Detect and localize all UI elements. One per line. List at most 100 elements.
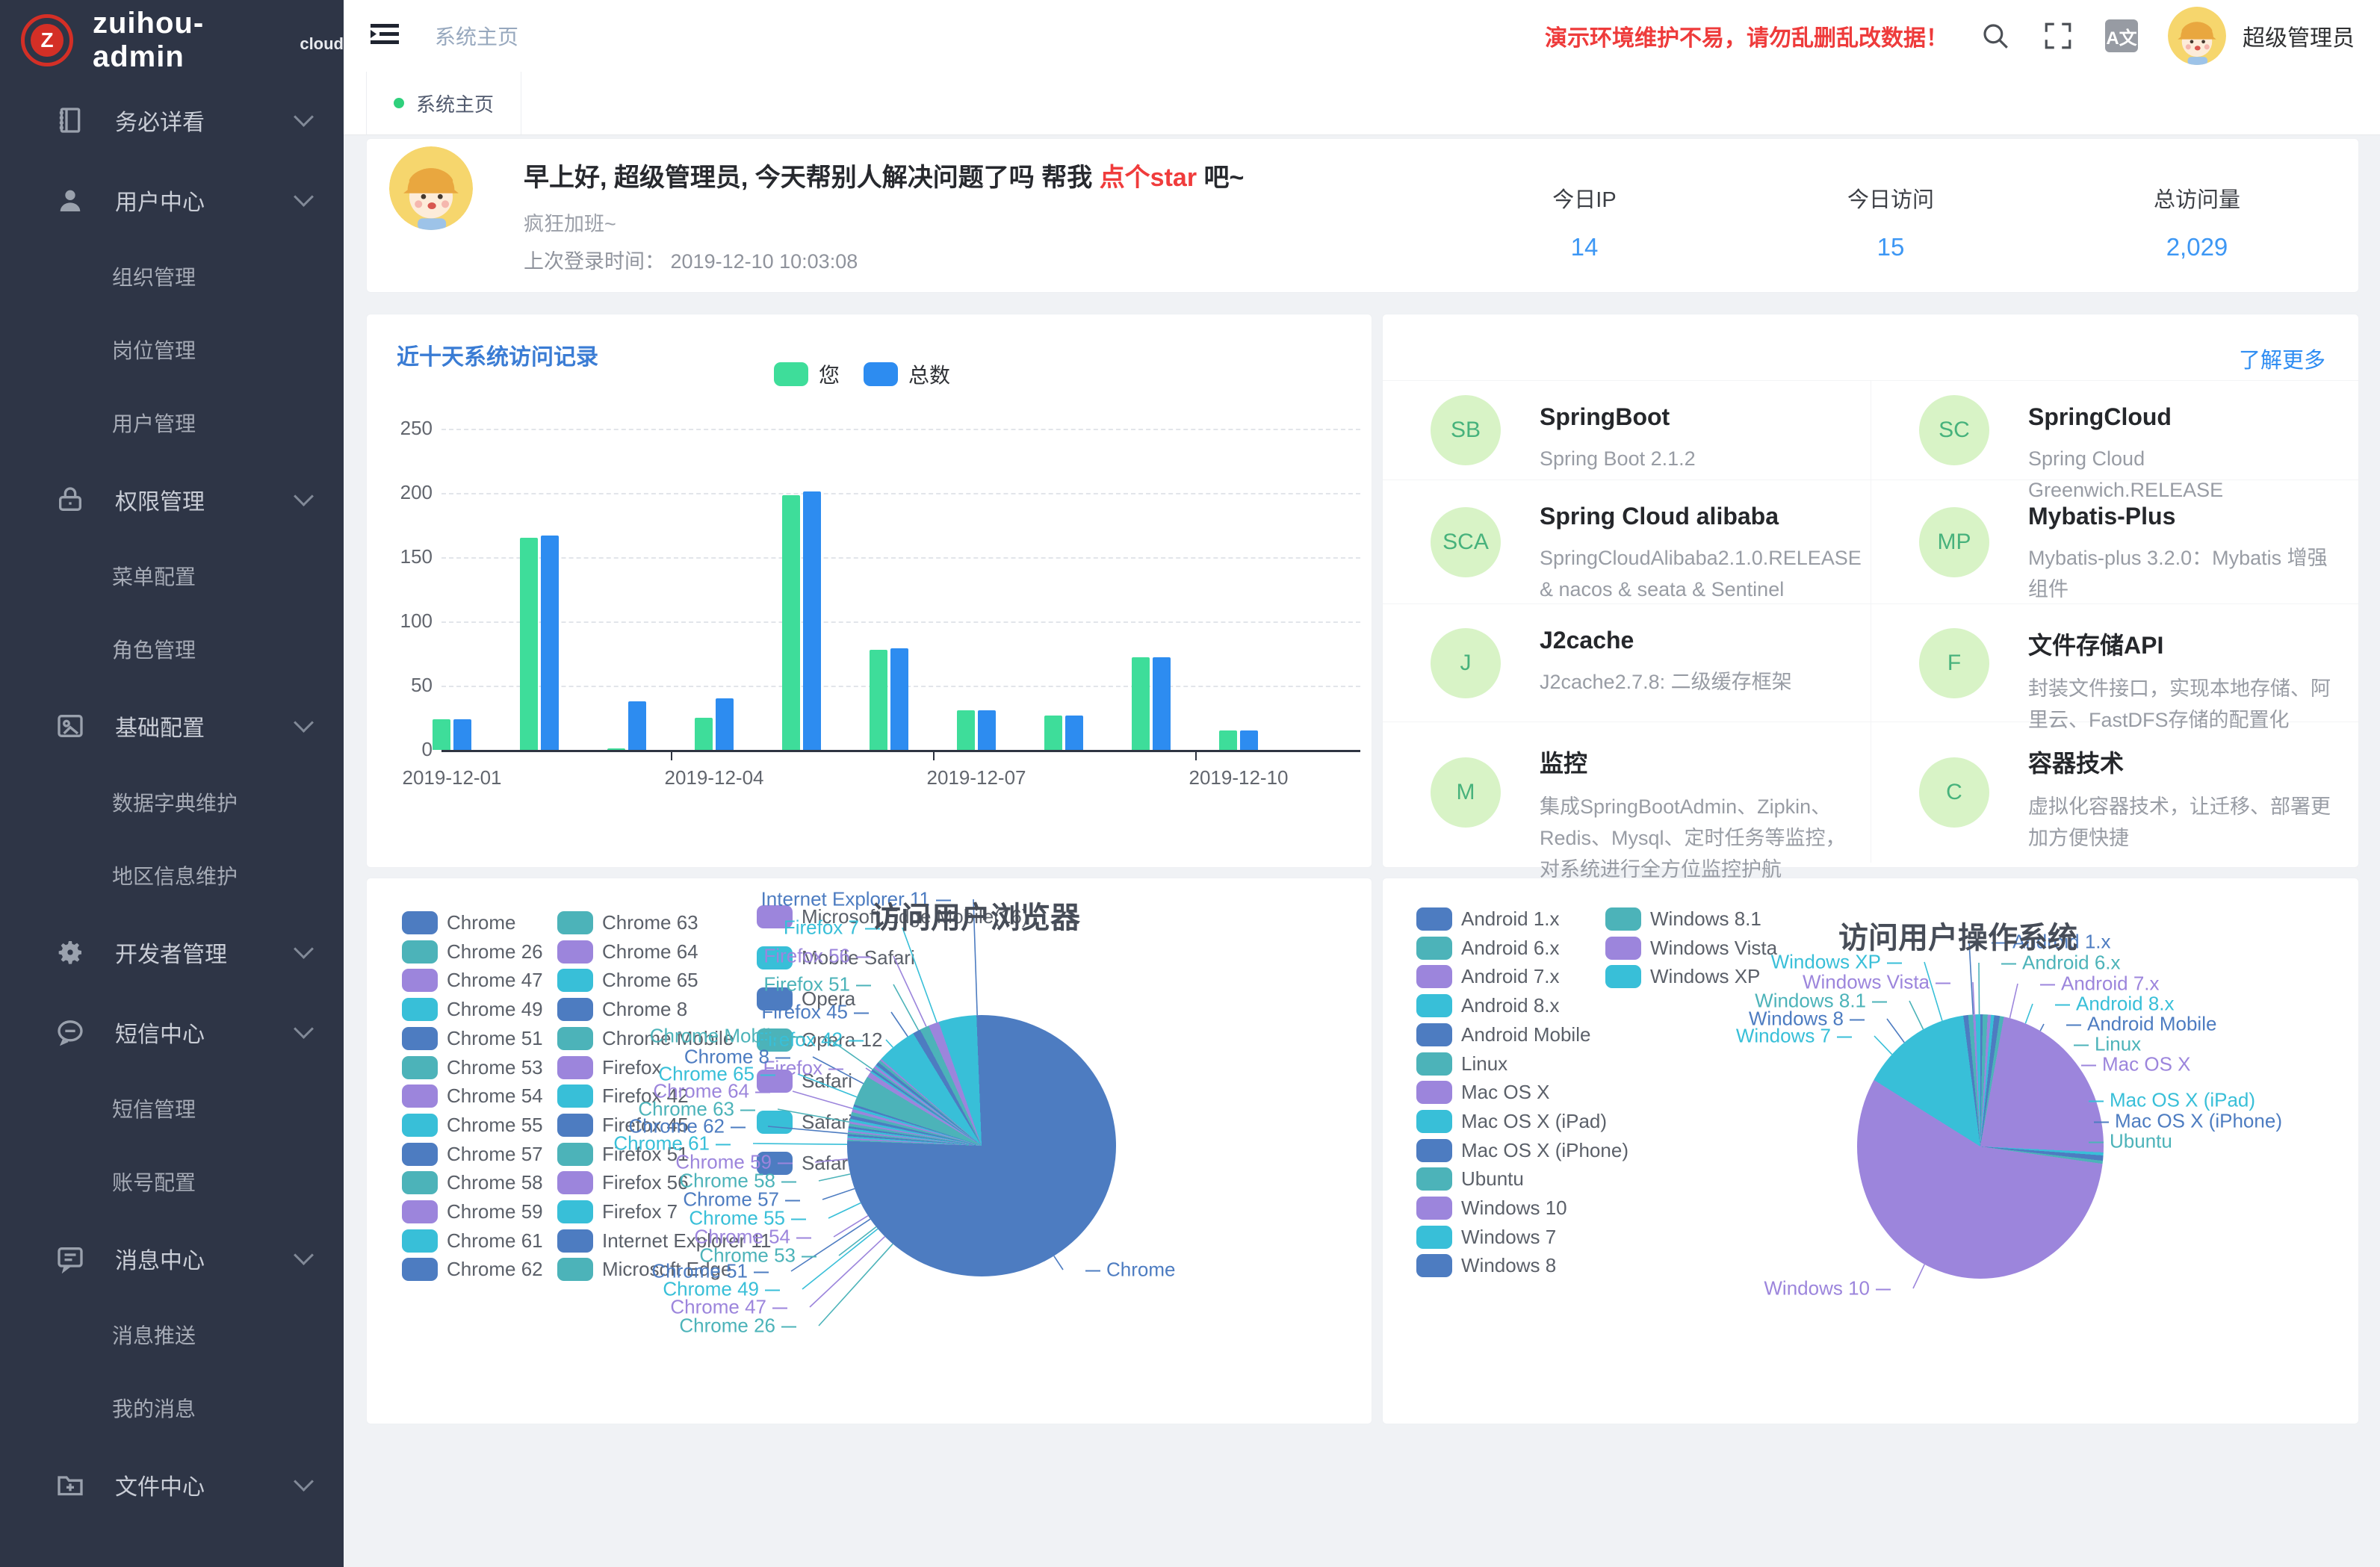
bar-总数-2019-12-06[interactable] — [890, 648, 908, 750]
legend-item-Chrome 58[interactable]: Chrome 58 — [402, 1171, 543, 1194]
tech-card-容器技术[interactable]: C容器技术虚拟化容器技术，让迁移、部署更加方便快捷 — [1871, 722, 2358, 863]
sidebar-item-13[interactable]: 短信管理 — [0, 1072, 344, 1145]
bar-您-2019-12-08[interactable] — [1044, 716, 1062, 750]
bar-总数-2019-12-03[interactable] — [628, 701, 646, 750]
bar-您-2019-12-01[interactable] — [433, 719, 450, 750]
search-icon[interactable] — [1980, 20, 2011, 52]
sidebar-item-0[interactable]: 务必详看 — [0, 80, 344, 160]
legend-item-Chrome 63[interactable]: Chrome 63 — [557, 911, 698, 934]
sidebar-item-8[interactable]: 基础配置 — [0, 686, 344, 766]
collapse-menu-icon[interactable] — [369, 20, 402, 52]
legend-item-Android 8.x[interactable]: Android 8.x — [1416, 994, 1560, 1017]
bar-总数-2019-12-05[interactable] — [803, 491, 821, 750]
tech-card-Mybatis-Plus[interactable]: MPMybatis-PlusMybatis-plus 3.2.0：Mybatis… — [1871, 480, 2358, 603]
bar-您-2019-12-07[interactable] — [957, 710, 975, 750]
legend-item-Chrome 55[interactable]: Chrome 55 — [402, 1114, 543, 1137]
sidebar-item-3[interactable]: 岗位管理 — [0, 313, 344, 386]
legend-item-Chrome 26[interactable]: Chrome 26 — [402, 940, 543, 964]
sidebar-item-7[interactable]: 角色管理 — [0, 612, 344, 686]
sidebar-item-17[interactable]: 我的消息 — [0, 1371, 344, 1445]
legend-item-Mac OS X (iPad)[interactable]: Mac OS X (iPad) — [1416, 1110, 1607, 1133]
sidebar-item-1[interactable]: 用户中心 — [0, 160, 344, 240]
stat-value[interactable]: 15 — [1794, 233, 1988, 261]
legend-item-Android 1.x[interactable]: Android 1.x — [1416, 907, 1560, 931]
legend-item-Windows 8.1[interactable]: Windows 8.1 — [1605, 907, 1761, 931]
sidebar-item-12[interactable]: 短信中心 — [0, 992, 344, 1072]
legend-item-Mac OS X[interactable]: Mac OS X — [1416, 1081, 1549, 1104]
bar-总数-2019-12-08[interactable] — [1065, 716, 1083, 750]
bar-您-2019-12-02[interactable] — [520, 538, 538, 750]
sidebar-item-5[interactable]: 权限管理 — [0, 459, 344, 539]
bar-您-2019-12-03[interactable] — [607, 748, 625, 750]
legend-item-Windows 7[interactable]: Windows 7 — [1416, 1226, 1556, 1249]
tech-card-监控[interactable]: M监控集成SpringBootAdmin、Zipkin、Redis、Mysql、… — [1383, 722, 1871, 863]
legend-item-Linux[interactable]: Linux — [1416, 1052, 1507, 1076]
sidebar-item-6[interactable]: 菜单配置 — [0, 539, 344, 612]
legend-item-Windows 10[interactable]: Windows 10 — [1416, 1197, 1567, 1220]
legend-item-Chrome 8[interactable]: Chrome 8 — [557, 998, 687, 1021]
stat-value[interactable]: 2,029 — [2100, 233, 2294, 261]
bar-总数-2019-12-10[interactable] — [1240, 730, 1258, 750]
tech-card-SpringBoot[interactable]: SBSpringBootSpring Boot 2.1.2 — [1383, 381, 1871, 480]
legend-item-Android Mobile[interactable]: Android Mobile — [1416, 1023, 1590, 1046]
bar-您-2019-12-06[interactable] — [870, 650, 887, 750]
legend-item-Chrome 53[interactable]: Chrome 53 — [402, 1056, 543, 1079]
legend-item-Chrome 65[interactable]: Chrome 65 — [557, 969, 698, 992]
legend-item-Chrome 57[interactable]: Chrome 57 — [402, 1143, 543, 1166]
legend-item-Chrome 64[interactable]: Chrome 64 — [557, 940, 698, 964]
legend-item-Android 6.x[interactable]: Android 6.x — [1416, 937, 1560, 960]
language-switch-icon[interactable]: A文 — [2105, 19, 2138, 52]
bar-您-2019-12-10[interactable] — [1219, 730, 1237, 750]
legend-item-Chrome 62[interactable]: Chrome 62 — [402, 1258, 543, 1281]
sidebar-item-2[interactable]: 组织管理 — [0, 240, 344, 313]
legend-item-Firefox 56[interactable]: Firefox 56 — [557, 1171, 689, 1194]
访问用户操作系统-pie[interactable] — [1857, 1014, 2104, 1279]
bar-总数-2019-12-07[interactable] — [978, 710, 996, 750]
legend-item-Windows Vista[interactable]: Windows Vista — [1605, 937, 1777, 960]
sidebar-item-9[interactable]: 数据字典维护 — [0, 766, 344, 839]
sidebar-item-4[interactable]: 用户管理 — [0, 386, 344, 459]
legend-item-Chrome 59[interactable]: Chrome 59 — [402, 1200, 543, 1223]
bar-总数-2019-12-04[interactable] — [716, 698, 734, 750]
tech-card-Spring Cloud alibaba[interactable]: SCASpring Cloud alibabaSpringCloudAlibab… — [1383, 480, 1871, 603]
legend-item-Chrome[interactable]: Chrome — [402, 911, 515, 934]
访问用户浏览器-pie[interactable] — [847, 1015, 1116, 1276]
bar-总数-2019-12-09[interactable] — [1153, 657, 1171, 750]
user-avatar[interactable] — [2168, 7, 2226, 65]
bar-legend-您[interactable]: 您 — [774, 359, 840, 389]
tech-card-J2cache[interactable]: JJ2cacheJ2cache2.7.8: 二级缓存框架 — [1383, 604, 1871, 722]
learn-more-link[interactable]: 了解更多 — [2239, 343, 2325, 374]
breadcrumb[interactable]: 系统主页 — [435, 21, 518, 51]
legend-item-Android 7.x[interactable]: Android 7.x — [1416, 965, 1560, 988]
legend-item-Chrome 54[interactable]: Chrome 54 — [402, 1085, 543, 1108]
bar-legend-总数[interactable]: 总数 — [864, 359, 950, 389]
bar-您-2019-12-05[interactable] — [782, 495, 800, 750]
bar-总数-2019-12-02[interactable] — [541, 536, 559, 750]
legend-item-Firefox[interactable]: Firefox — [557, 1056, 661, 1079]
legend-item-Mac OS X (iPhone)[interactable]: Mac OS X (iPhone) — [1416, 1139, 1628, 1162]
stat-value[interactable]: 14 — [1487, 233, 1682, 261]
tech-card-SpringCloud[interactable]: SCSpringCloudSpring Cloud Greenwich.RELE… — [1871, 381, 2358, 480]
sidebar-item-11[interactable]: 开发者管理 — [0, 912, 344, 992]
sidebar-item-15[interactable]: 消息中心 — [0, 1218, 344, 1298]
sidebar-item-14[interactable]: 账号配置 — [0, 1145, 344, 1218]
legend-item-Ubuntu[interactable]: Ubuntu — [1416, 1167, 1524, 1191]
user-name[interactable]: 超级管理员 — [2243, 19, 2355, 52]
tech-card-文件存储API[interactable]: F文件存储API封装文件接口，实现本地存储、阿里云、FastDFS存储的配置化 — [1871, 604, 2358, 722]
bar-您-2019-12-04[interactable] — [695, 718, 713, 750]
legend-item-Firefox 7[interactable]: Firefox 7 — [557, 1200, 678, 1223]
legend-item-Chrome 61[interactable]: Chrome 61 — [402, 1229, 543, 1253]
star-link[interactable]: 点个star — [1100, 164, 1197, 192]
app-logo[interactable]: Z zuihou-admin cloud — [0, 0, 344, 81]
fullscreen-icon[interactable] — [2042, 20, 2074, 52]
tab-home[interactable]: 系统主页 — [366, 72, 521, 134]
legend-item-Windows 8[interactable]: Windows 8 — [1416, 1254, 1556, 1277]
legend-item-Windows XP[interactable]: Windows XP — [1605, 965, 1760, 988]
sidebar-item-10[interactable]: 地区信息维护 — [0, 839, 344, 912]
sidebar-item-18[interactable]: 文件中心 — [0, 1445, 344, 1524]
legend-item-Chrome 49[interactable]: Chrome 49 — [402, 998, 543, 1021]
bar-总数-2019-12-01[interactable] — [453, 719, 471, 750]
bar-您-2019-12-09[interactable] — [1132, 657, 1150, 750]
legend-item-Chrome 51[interactable]: Chrome 51 — [402, 1027, 543, 1050]
sidebar-item-16[interactable]: 消息推送 — [0, 1298, 344, 1371]
